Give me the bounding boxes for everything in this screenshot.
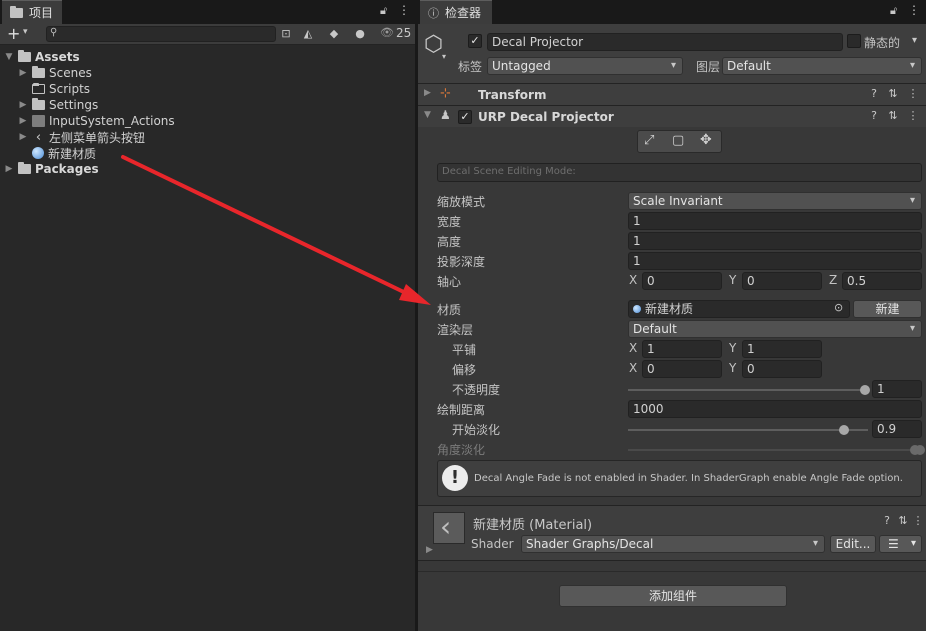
arrow-head: [399, 284, 431, 305]
annotation-arrow: [121, 155, 431, 305]
arrow-shaft: [121, 155, 414, 298]
